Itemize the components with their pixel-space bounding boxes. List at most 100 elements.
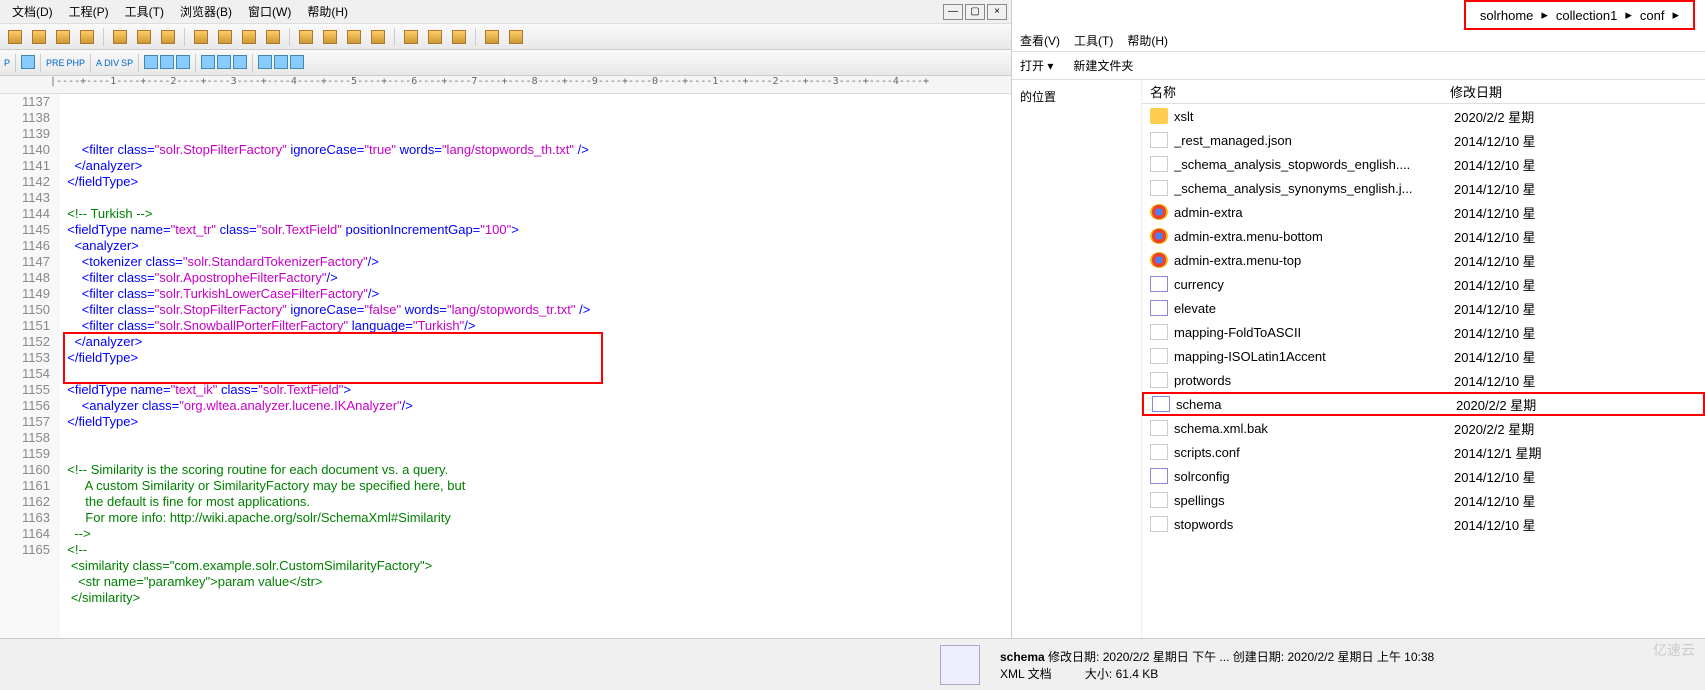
code-line-1153[interactable]: <analyzer class="org.wltea.analyzer.luce…	[60, 398, 1011, 414]
file-list-header[interactable]: 名称 修改日期	[1142, 80, 1705, 104]
sidebar-location[interactable]: 的位置	[1020, 88, 1133, 105]
menu-browser[interactable]: 浏览器(B)	[172, 3, 240, 20]
code-line-1159[interactable]: the default is fine for most application…	[60, 494, 1011, 510]
file-schema.xml.bak[interactable]: schema.xml.bak2020/2/2 星期	[1142, 416, 1705, 440]
code-line-1158[interactable]: A custom Similarity or SimilarityFactory…	[60, 478, 1011, 494]
view1-icon[interactable]	[400, 27, 422, 47]
help-icon[interactable]	[505, 27, 527, 47]
code-line-1140[interactable]	[60, 190, 1011, 206]
file-admin-extra.menu-top[interactable]: admin-extra.menu-top2014/12/10 星	[1142, 248, 1705, 272]
crumb-collection1[interactable]: collection1	[1552, 8, 1621, 23]
code-line-1142[interactable]: <fieldType name="text_tr" class="solr.Te…	[60, 222, 1011, 238]
tb2-tool1[interactable]	[258, 55, 272, 71]
breadcrumb[interactable]: solrhome▸collection1▸conf▸	[1464, 0, 1695, 30]
file-xslt[interactable]: xslt2020/2/2 星期	[1142, 104, 1705, 128]
tb2-PRE[interactable]: PRE	[46, 58, 65, 68]
close-button[interactable]: ×	[987, 4, 1007, 20]
file-spellings[interactable]: spellings2014/12/10 星	[1142, 488, 1705, 512]
file-admin-extra.menu-bottom[interactable]: admin-extra.menu-bottom2014/12/10 星	[1142, 224, 1705, 248]
view3-icon[interactable]	[448, 27, 470, 47]
code-line-1160[interactable]: For more info: http://wiki.apache.org/so…	[60, 510, 1011, 526]
view2-icon[interactable]	[424, 27, 446, 47]
code-line-1150[interactable]: </fieldType>	[60, 350, 1011, 366]
tb2-P[interactable]: P	[4, 58, 10, 68]
toggle3-icon[interactable]	[343, 27, 365, 47]
code-line-1143[interactable]: <analyzer>	[60, 238, 1011, 254]
code-line-1148[interactable]: <filter class="solr.SnowballPorterFilter…	[60, 318, 1011, 334]
file-currency[interactable]: currency2014/12/10 星	[1142, 272, 1705, 296]
tb2-find[interactable]	[21, 55, 35, 71]
exp-menu-help[interactable]: 帮助(H)	[1127, 32, 1168, 49]
code-line-1146[interactable]: <filter class="solr.TurkishLowerCaseFilt…	[60, 286, 1011, 302]
code-line-1163[interactable]: <similarity class="com.example.solr.Cust…	[60, 558, 1011, 574]
zoomin-icon[interactable]	[190, 27, 212, 47]
menu-window[interactable]: 窗口(W)	[240, 3, 299, 20]
file-_rest_managed.json[interactable]: _rest_managed.json2014/12/10 星	[1142, 128, 1705, 152]
code-line-1155[interactable]	[60, 430, 1011, 446]
tb2-div[interactable]: DIV	[104, 58, 119, 68]
file-list[interactable]: 名称 修改日期 xslt2020/2/2 星期_rest_managed.jso…	[1142, 80, 1705, 690]
col-name[interactable]: 名称	[1150, 82, 1450, 101]
zoomout-icon[interactable]	[214, 27, 236, 47]
open-icon[interactable]	[28, 27, 50, 47]
hex-icon[interactable]	[262, 27, 284, 47]
code-line-1145[interactable]: <filter class="solr.ApostropheFilterFact…	[60, 270, 1011, 286]
new-folder-button[interactable]: 新建文件夹	[1073, 57, 1133, 74]
code-line-1151[interactable]	[60, 366, 1011, 382]
code-line-1162[interactable]: <!--	[60, 542, 1011, 558]
code-line-1141[interactable]: <!-- Turkish -->	[60, 206, 1011, 222]
code-line-1164[interactable]: <str name="paramkey">param value</str>	[60, 574, 1011, 590]
code-line-1157[interactable]: <!-- Similarity is the scoring routine f…	[60, 462, 1011, 478]
open-dropdown[interactable]: 打开 ▾	[1020, 57, 1053, 74]
code-line-1165[interactable]: </similarity>	[60, 590, 1011, 606]
toggle1-icon[interactable]	[295, 27, 317, 47]
fontsize-icon[interactable]	[238, 27, 260, 47]
tb2-img5[interactable]	[217, 55, 231, 71]
file-_schema_analysis_stopwords_english....[interactable]: _schema_analysis_stopwords_english....20…	[1142, 152, 1705, 176]
tb2-img2[interactable]	[160, 55, 174, 71]
tb2-tool2[interactable]	[274, 55, 288, 71]
file-schema[interactable]: schema2020/2/2 星期	[1142, 392, 1705, 416]
code-line-1161[interactable]: -->	[60, 526, 1011, 542]
exp-menu-tools[interactable]: 工具(T)	[1074, 32, 1113, 49]
maximize-button[interactable]: ▢	[965, 4, 985, 20]
tb2-SP[interactable]: SP	[121, 58, 133, 68]
code-line-1137[interactable]: <filter class="solr.StopFilterFactory" i…	[60, 142, 1011, 158]
findnext-icon[interactable]	[157, 27, 179, 47]
code-line-1144[interactable]: <tokenizer class="solr.StandardTokenizer…	[60, 254, 1011, 270]
menu-help[interactable]: 帮助(H)	[299, 3, 356, 20]
tb2-PHP[interactable]: PHP	[67, 58, 86, 68]
file-admin-extra[interactable]: admin-extra2014/12/10 星	[1142, 200, 1705, 224]
code-line-1152[interactable]: <fieldType name="text_ik" class="solr.Te…	[60, 382, 1011, 398]
exp-menu-view[interactable]: 查看(V)	[1020, 32, 1060, 49]
settings-icon[interactable]	[481, 27, 503, 47]
file-elevate[interactable]: elevate2014/12/10 星	[1142, 296, 1705, 320]
minimize-button[interactable]: —	[943, 4, 963, 20]
tb2-img1[interactable]	[144, 55, 158, 71]
tb2-A[interactable]: A	[96, 58, 102, 68]
find-icon[interactable]	[109, 27, 131, 47]
code-line-1156[interactable]	[60, 446, 1011, 462]
zoom-icon[interactable]	[133, 27, 155, 47]
col-date[interactable]: 修改日期	[1450, 82, 1502, 101]
file-stopwords[interactable]: stopwords2014/12/10 星	[1142, 512, 1705, 536]
code-editor[interactable]: 1137113811391140114111421143114411451146…	[0, 94, 1011, 644]
code-line-1149[interactable]: </analyzer>	[60, 334, 1011, 350]
file-scripts.conf[interactable]: scripts.conf2014/12/1 星期	[1142, 440, 1705, 464]
file-_schema_analysis_synonyms_english.j...[interactable]: _schema_analysis_synonyms_english.j...20…	[1142, 176, 1705, 200]
tb2-img4[interactable]	[201, 55, 215, 71]
tb2-img6[interactable]	[233, 55, 247, 71]
file-mapping-ISOLatin1Accent[interactable]: mapping-ISOLatin1Accent2014/12/10 星	[1142, 344, 1705, 368]
code-content[interactable]: <filter class="solr.StopFilterFactory" i…	[60, 94, 1011, 644]
file-mapping-FoldToASCII[interactable]: mapping-FoldToASCII2014/12/10 星	[1142, 320, 1705, 344]
crumb-conf[interactable]: conf	[1636, 8, 1669, 23]
menu-project[interactable]: 工程(P)	[61, 3, 117, 20]
new-icon[interactable]	[4, 27, 26, 47]
code-line-1138[interactable]: </analyzer>	[60, 158, 1011, 174]
code-line-1139[interactable]: </fieldType>	[60, 174, 1011, 190]
saveall-icon[interactable]	[76, 27, 98, 47]
menu-doc[interactable]: 文档(D)	[4, 3, 61, 20]
menu-tools[interactable]: 工具(T)	[117, 3, 172, 20]
code-line-1154[interactable]: </fieldType>	[60, 414, 1011, 430]
toggle2-icon[interactable]	[319, 27, 341, 47]
